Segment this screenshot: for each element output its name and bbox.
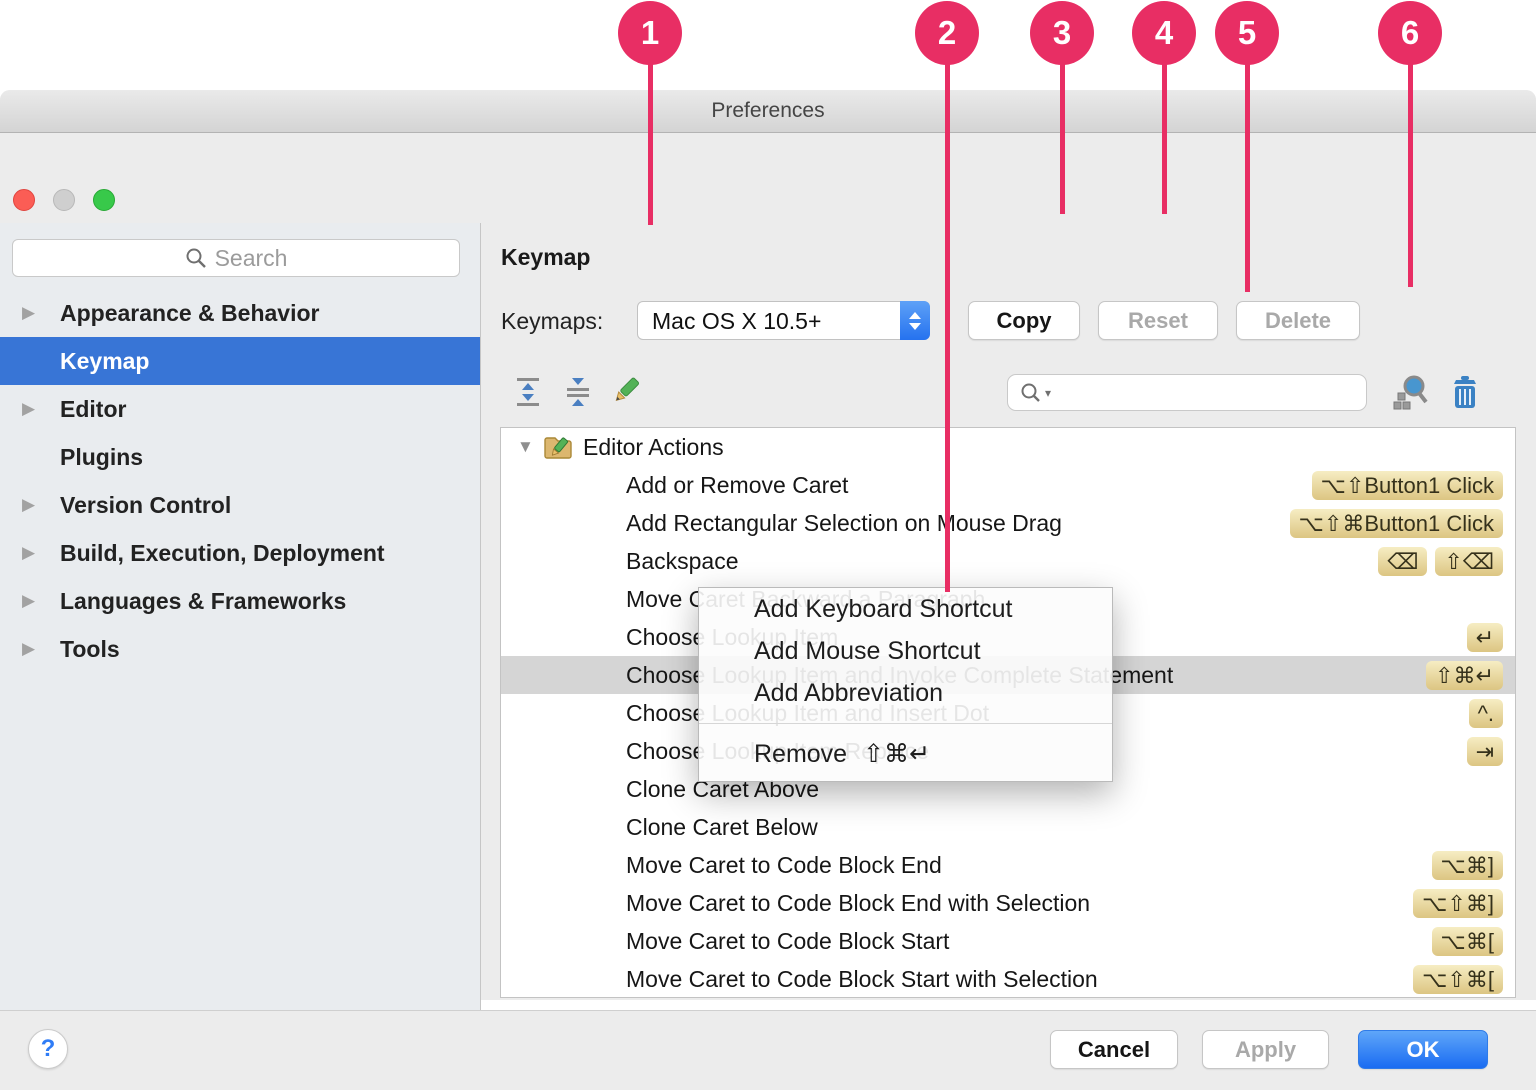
keymap-select[interactable]: Mac OS X 10.5+ [637, 301, 930, 340]
chevron-right-icon[interactable]: ▶ [22, 495, 60, 515]
settings-search-field[interactable]: Search [12, 239, 460, 277]
table-row[interactable]: Move Caret to Code Block End ⌥⌘] [501, 846, 1515, 884]
menu-item-add-mouse-shortcut[interactable]: Add Mouse Shortcut [699, 630, 1112, 672]
window-title: Preferences [0, 99, 1536, 123]
menu-item-remove[interactable]: Remove⇧⌘↵ [699, 733, 1112, 775]
table-row[interactable]: Backspace ⌫ ⇧⌫ [501, 542, 1515, 580]
folder-edit-icon [543, 435, 573, 459]
settings-sidebar: Search ▶ Appearance & Behavior Keymap ▶ … [0, 223, 481, 1010]
shortcut-badge: ⌥⌘[ [1432, 927, 1503, 956]
table-row[interactable]: Add or Remove Caret ⌥⇧Button1 Click [501, 466, 1515, 504]
preferences-window: Preferences Search ▶ Appearance & Behavi… [0, 90, 1536, 1000]
page-title: Keymap [501, 244, 590, 271]
callout-badge-4: 4 [1132, 1, 1196, 65]
shortcut-badge: ⌫ [1378, 547, 1427, 576]
collapse-all-button[interactable] [562, 375, 594, 409]
callout-line-3 [1060, 60, 1065, 214]
callout-line-6 [1408, 60, 1413, 287]
delete-button[interactable]: Delete [1236, 301, 1360, 340]
chevron-right-icon[interactable]: ▶ [22, 543, 60, 563]
cancel-button[interactable]: Cancel [1050, 1030, 1178, 1069]
callout-line-5 [1245, 60, 1250, 292]
sidebar-item-build-execution-deployment[interactable]: ▶ Build, Execution, Deployment [0, 529, 480, 577]
trash-icon [1448, 374, 1482, 410]
expand-all-button[interactable] [512, 375, 544, 409]
shortcut-badge: ⌥⇧Button1 Click [1312, 471, 1503, 500]
sidebar-item-version-control[interactable]: ▶ Version Control [0, 481, 480, 529]
settings-nav: ▶ Appearance & Behavior Keymap ▶ Editor … [0, 289, 480, 673]
minimize-window-button[interactable] [53, 189, 75, 211]
sidebar-item-tools[interactable]: ▶ Tools [0, 625, 480, 673]
callout-badge-5: 5 [1215, 1, 1279, 65]
shortcut-badge: ^. [1469, 699, 1503, 728]
shortcut-badge: ⇥ [1467, 737, 1503, 766]
search-icon [185, 247, 207, 269]
table-row[interactable]: Add Rectangular Selection on Mouse Drag … [501, 504, 1515, 542]
sidebar-item-appearance-behavior[interactable]: ▶ Appearance & Behavior [0, 289, 480, 337]
table-row[interactable]: Move Caret to Code Block End with Select… [501, 884, 1515, 922]
callout-badge-1: 1 [618, 1, 682, 65]
table-row[interactable]: Move Caret to Code Block Start with Sele… [501, 960, 1515, 998]
sidebar-item-keymap[interactable]: Keymap [0, 337, 480, 385]
keymaps-label: Keymaps: [501, 308, 603, 335]
callout-badge-3: 3 [1030, 1, 1094, 65]
sidebar-item-editor[interactable]: ▶ Editor [0, 385, 480, 433]
callout-line-2 [945, 60, 950, 592]
find-by-shortcut-icon [1392, 373, 1430, 411]
callout-badge-2: 2 [915, 1, 979, 65]
shortcut-badge: ⌥⇧⌘Button1 Click [1290, 509, 1503, 538]
collapse-all-icon [564, 376, 592, 408]
keymap-selected-value: Mac OS X 10.5+ [652, 308, 821, 335]
sidebar-item-languages-frameworks[interactable]: ▶ Languages & Frameworks [0, 577, 480, 625]
chevron-right-icon[interactable]: ▶ [22, 639, 60, 659]
edit-pencil-icon [610, 373, 642, 407]
close-window-button[interactable] [13, 189, 35, 211]
apply-button[interactable]: Apply [1202, 1030, 1329, 1069]
reset-button[interactable]: Reset [1098, 301, 1218, 340]
shortcut-badge: ⇧⌫ [1435, 547, 1503, 576]
sidebar-item-plugins[interactable]: Plugins [0, 433, 480, 481]
expand-all-icon [514, 376, 542, 408]
filter-search-icon [1020, 382, 1042, 404]
search-placeholder: Search [215, 245, 288, 272]
chevron-right-icon[interactable]: ▶ [22, 399, 60, 419]
menu-shortcut-hint: ⇧⌘↵ [863, 740, 930, 768]
callout-line-1 [648, 60, 653, 225]
dropdown-stepper-icon[interactable] [900, 301, 930, 340]
tree-expander-icon[interactable]: ▼ [517, 437, 543, 457]
shortcut-filter-field[interactable]: ▾ [1007, 374, 1367, 411]
callout-badge-6: 6 [1378, 1, 1442, 65]
find-actions-by-shortcut-button[interactable] [1392, 373, 1430, 416]
help-button[interactable]: ? [28, 1029, 68, 1069]
context-menu: Add Keyboard Shortcut Add Mouse Shortcut… [698, 587, 1113, 782]
table-row[interactable]: Clone Caret Below [501, 808, 1515, 846]
title-bar: Preferences [0, 90, 1536, 133]
ok-button[interactable]: OK [1358, 1030, 1488, 1069]
zoom-window-button[interactable] [93, 189, 115, 211]
filter-options-caret-icon[interactable]: ▾ [1045, 386, 1051, 400]
tree-group-editor-actions[interactable]: ▼ Editor Actions [501, 428, 1515, 466]
shortcut-badge: ⇧⌘↵ [1426, 661, 1503, 690]
shortcut-filter-input[interactable] [1054, 378, 1366, 408]
shortcut-badge: ⌥⇧⌘[ [1413, 965, 1503, 994]
remove-shortcuts-button[interactable] [1448, 374, 1482, 415]
menu-item-add-abbreviation[interactable]: Add Abbreviation [699, 672, 1112, 714]
chevron-right-icon[interactable]: ▶ [22, 303, 60, 323]
chevron-right-icon[interactable]: ▶ [22, 591, 60, 611]
shortcut-badge: ⌥⌘] [1432, 851, 1503, 880]
edit-keymap-button[interactable] [610, 373, 642, 407]
callout-line-4 [1162, 60, 1167, 214]
menu-item-add-keyboard-shortcut[interactable]: Add Keyboard Shortcut [699, 588, 1112, 630]
table-row[interactable]: Move Caret to Code Block Start ⌥⌘[ [501, 922, 1515, 960]
copy-button[interactable]: Copy [968, 301, 1080, 340]
menu-separator [699, 723, 1112, 724]
dialog-footer: ? Cancel Apply OK [0, 1010, 1536, 1090]
shortcut-badge: ↵ [1467, 623, 1503, 652]
shortcut-badge: ⌥⇧⌘] [1413, 889, 1503, 918]
